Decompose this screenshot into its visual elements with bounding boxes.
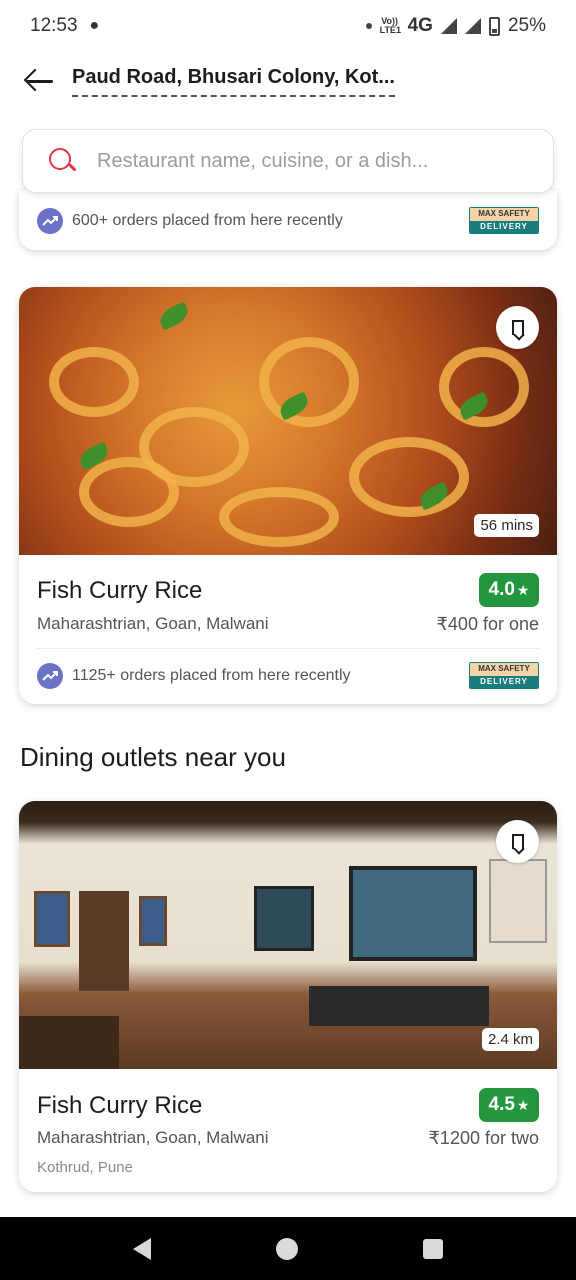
locality-text: Kothrud, Pune — [37, 1159, 133, 1176]
dining-table-shape — [309, 986, 489, 1026]
rating-badge: 4.5 ★ — [479, 1088, 539, 1122]
price-text: ₹400 for one — [436, 614, 539, 634]
search-icon — [49, 148, 77, 174]
network-type: 4G — [407, 15, 433, 36]
search-input[interactable] — [97, 149, 517, 173]
trending-up-icon — [37, 207, 63, 234]
orders-text: 1125+ orders placed from here recently — [72, 666, 351, 684]
location-selector[interactable]: Paud Road, Bhusari Colony, Kot... — [72, 66, 395, 97]
price-text: ₹1200 for two — [428, 1128, 539, 1148]
header: Paud Road, Bhusari Colony, Kot... — [0, 58, 576, 104]
bookmark-icon — [511, 834, 524, 849]
restaurant-interior-photo: 2.4 km — [19, 801, 557, 1069]
badge-top-text: MAX SAFETY — [470, 208, 538, 221]
window-shape-2 — [349, 866, 477, 961]
volte-label: Vo)) LTE1 — [379, 16, 401, 35]
max-safety-badge: MAX SAFETY DELIVERY — [469, 662, 539, 689]
restaurant-card-previous[interactable]: 600+ orders placed from here recently MA… — [19, 190, 557, 250]
bookmark-icon — [511, 320, 524, 335]
signal-icon-2 — [464, 18, 481, 34]
notification-dot-icon — [365, 23, 372, 29]
bookmark-button[interactable] — [496, 306, 539, 349]
distance-badge: 2.4 km — [481, 1028, 539, 1051]
cuisine-text: Maharashtrian, Goan, Malwani — [37, 614, 269, 633]
star-icon: ★ — [516, 1096, 530, 1113]
door-shape — [79, 891, 129, 991]
badge-top-text: MAX SAFETY — [470, 663, 538, 676]
orders-row: 1125+ orders placed from here recently M… — [37, 662, 539, 689]
badge-bottom-text: DELIVERY — [470, 221, 538, 233]
restaurant-card[interactable]: 56 mins Fish Curry Rice 4.0 ★ Maharashtr… — [19, 287, 557, 704]
nav-home-icon[interactable] — [275, 1237, 298, 1260]
poster-shape — [489, 859, 547, 943]
delivery-time-badge: 56 mins — [474, 514, 539, 537]
nav-back-icon[interactable] — [132, 1237, 151, 1260]
badge-bottom-text: DELIVERY — [470, 676, 538, 688]
window-shape — [254, 886, 314, 951]
restaurant-name: Fish Curry Rice — [37, 577, 203, 604]
status-bar: 12:53 ● Vo)) LTE1 4G 25% — [0, 0, 576, 52]
orders-row: 600+ orders placed from here recently MA… — [37, 207, 539, 234]
wall-frame-shape-2 — [139, 896, 167, 946]
status-indicators: Vo)) LTE1 4G 25% — [365, 15, 546, 37]
dining-card[interactable]: 2.4 km Fish Curry Rice 4.5 ★ Maharashtri… — [19, 801, 557, 1192]
restaurant-name: Fish Curry Rice — [37, 1092, 203, 1119]
star-icon: ★ — [516, 581, 530, 598]
back-arrow-icon[interactable] — [23, 68, 54, 93]
orders-text: 600+ orders placed from here recently — [72, 211, 343, 229]
nav-recents-icon[interactable] — [423, 1238, 444, 1259]
trending-up-icon — [37, 662, 63, 689]
search-bar[interactable] — [22, 129, 554, 193]
dish-photo: 56 mins — [19, 287, 557, 555]
battery-percent: 25% — [507, 15, 546, 36]
bookmark-button[interactable] — [496, 820, 539, 863]
location-pin-icon: ● — [89, 17, 100, 34]
rating-badge: 4.0 ★ — [479, 573, 539, 607]
status-time: 12:53 — [30, 15, 78, 36]
cuisine-text: Maharashtrian, Goan, Malwani — [37, 1128, 269, 1147]
divider — [37, 648, 539, 649]
max-safety-badge: MAX SAFETY DELIVERY — [469, 207, 539, 234]
battery-icon — [488, 16, 500, 36]
signal-icon — [440, 18, 457, 34]
section-title: Dining outlets near you — [20, 742, 286, 772]
wall-frame-shape — [34, 891, 70, 947]
rating-value: 4.0 — [488, 579, 515, 600]
system-nav-bar — [0, 1217, 576, 1280]
table-shape — [19, 1016, 119, 1069]
rating-value: 4.5 — [488, 1094, 515, 1115]
